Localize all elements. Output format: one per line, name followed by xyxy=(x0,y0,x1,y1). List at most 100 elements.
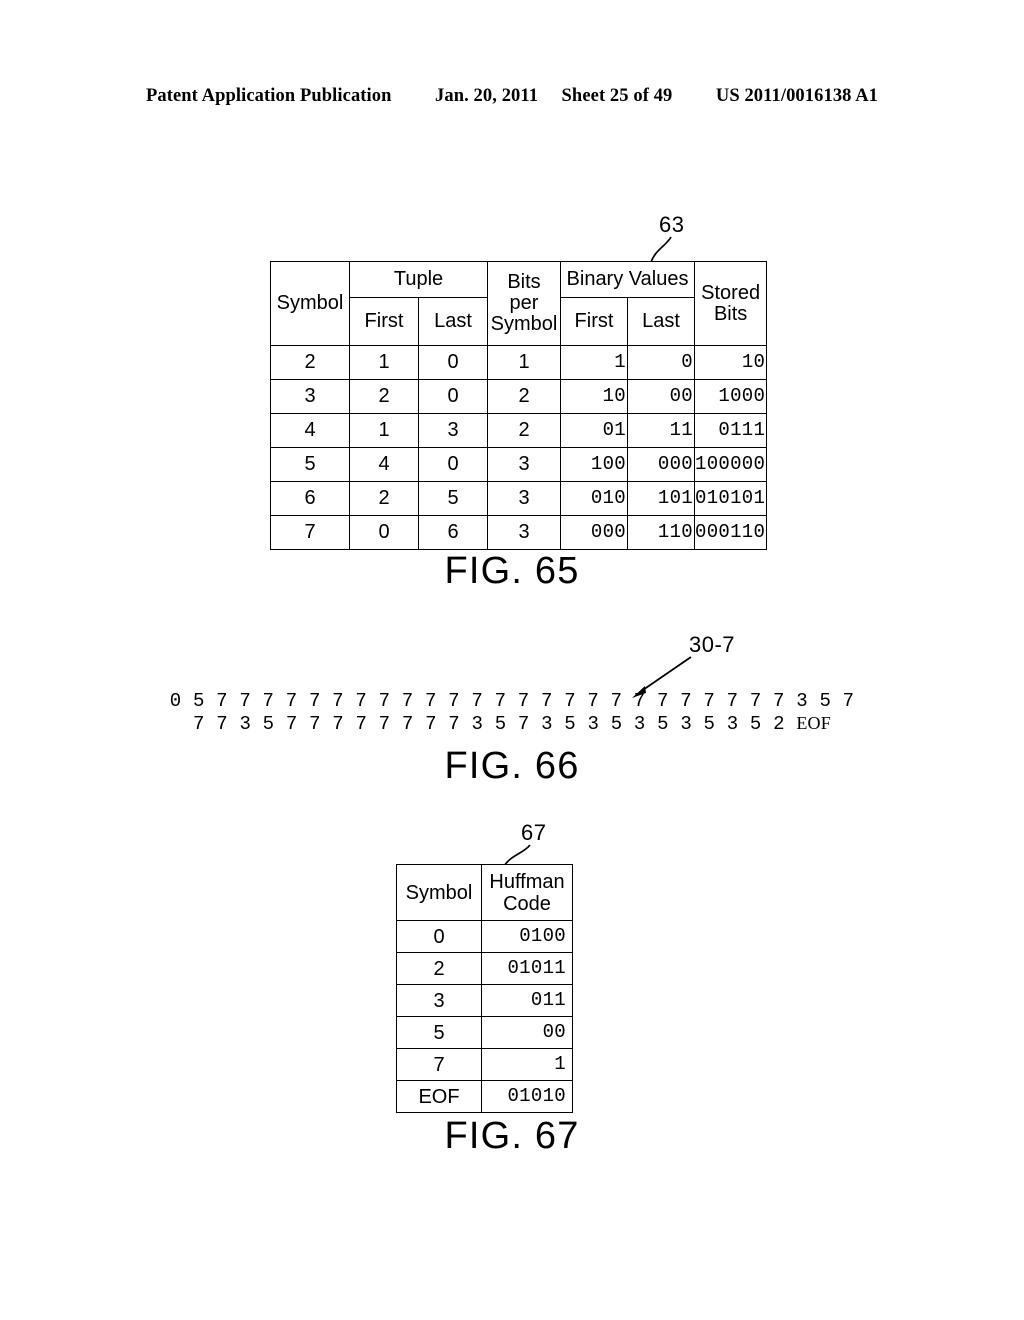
table-row: 0 0100 xyxy=(396,920,573,953)
cell-symbol: 0 xyxy=(396,920,482,953)
figure-65-table: Symbol Tuple Bits per Symbol Binary Valu… xyxy=(270,261,768,550)
cell-symbol: 7 xyxy=(396,1048,482,1081)
cell-tuple-last: 0 xyxy=(418,447,488,482)
cell-tuple-first: 1 xyxy=(349,345,419,380)
header-tuple-last: Last xyxy=(418,297,488,346)
header-bits-line-3: Symbol xyxy=(490,312,558,335)
table-row: EOF 01010 xyxy=(396,1080,573,1113)
cell-binary-first: 000 xyxy=(560,515,628,550)
header-huffman-line-1: Huffman xyxy=(489,870,565,893)
cell-binary-last: 101 xyxy=(627,481,695,516)
reference-numeral-63: 63 xyxy=(659,212,685,237)
table-header-row-1: Symbol Tuple Bits per Symbol Binary Valu… xyxy=(270,261,768,346)
cell-huffman-code: 00 xyxy=(481,1016,573,1049)
patent-number: US 2011/0016138 A1 xyxy=(715,86,879,106)
figure-67-caption: FIG. 67 xyxy=(444,1115,580,1157)
table-row: 3 2 0 2 10 00 1000 xyxy=(270,379,768,414)
publication-title: Patent Application Publication xyxy=(145,86,392,106)
header-stored-bits: Stored Bits xyxy=(693,261,768,346)
cell-binary-last: 0 xyxy=(627,345,695,380)
table-row: 2 1 0 1 1 0 10 xyxy=(270,345,768,380)
cell-symbol: 5 xyxy=(396,1016,482,1049)
sheet-number: Sheet 25 of 49 xyxy=(561,86,673,106)
cell-tuple-last: 3 xyxy=(418,413,488,448)
cell-symbol: 4 xyxy=(270,413,350,448)
symbol-stream-line-1: 0 5 7 7 7 7 7 7 7 7 7 7 7 7 7 7 7 7 7 7 … xyxy=(169,690,855,712)
cell-symbol: 2 xyxy=(270,345,350,380)
cell-stored-bits: 010101 xyxy=(693,481,768,516)
cell-symbol: 2 xyxy=(396,952,482,985)
cell-symbol: 6 xyxy=(270,481,350,516)
cell-bits-per-symbol: 3 xyxy=(487,515,561,550)
cell-stored-bits: 000110 xyxy=(693,515,768,550)
cell-huffman-code: 01010 xyxy=(481,1080,573,1113)
cell-stored-bits: 10 xyxy=(693,345,768,380)
cell-bits-per-symbol: 3 xyxy=(487,447,561,482)
header-binary-first: First xyxy=(560,297,628,346)
header-binary-values-group: Binary Values xyxy=(560,261,695,298)
cell-symbol: 3 xyxy=(396,984,482,1017)
table-row: 5 4 0 3 100 000 100000 xyxy=(270,447,768,482)
cell-tuple-first: 2 xyxy=(349,379,419,414)
cell-bits-per-symbol: 2 xyxy=(487,379,561,414)
cell-tuple-first: 2 xyxy=(349,481,419,516)
cell-binary-last: 00 xyxy=(627,379,695,414)
header-symbol: Symbol xyxy=(396,864,482,921)
eof-marker: EOF xyxy=(796,713,831,733)
cell-symbol: 5 xyxy=(270,447,350,482)
cell-stored-bits: 1000 xyxy=(693,379,768,414)
huffman-code-table: Symbol Huffman Code 0 0100 2 01011 3 011… xyxy=(396,864,573,1113)
tuple-encoding-table: Symbol Tuple Bits per Symbol Binary Valu… xyxy=(270,261,768,550)
cell-binary-last: 11 xyxy=(627,413,695,448)
cell-bits-per-symbol: 3 xyxy=(487,481,561,516)
header-bits-line-2: per xyxy=(509,292,539,315)
cell-symbol: 7 xyxy=(270,515,350,550)
cell-stored-bits: 100000 xyxy=(693,447,768,482)
table-row: 7 0 6 3 000 110 000110 xyxy=(270,515,768,550)
header-binary-last: Last xyxy=(627,297,695,346)
cell-huffman-code: 1 xyxy=(481,1048,573,1081)
cell-symbol: 3 xyxy=(270,379,350,414)
header-huffman-line-2: Code xyxy=(503,892,551,915)
patent-header: Patent Application Publication Jan. 20, … xyxy=(0,86,1024,107)
header-stored-line-2: Bits xyxy=(713,302,748,325)
table-row: 2 01011 xyxy=(396,952,573,985)
figure-67-table: Symbol Huffman Code 0 0100 2 01011 3 011… xyxy=(396,864,573,1113)
cell-bits-per-symbol: 2 xyxy=(487,413,561,448)
cell-stored-bits: 0111 xyxy=(693,413,768,448)
cell-tuple-first: 0 xyxy=(349,515,419,550)
cell-huffman-code: 0100 xyxy=(481,920,573,953)
cell-tuple-first: 4 xyxy=(349,447,419,482)
header-tuple-first: First xyxy=(349,297,419,346)
cell-binary-first: 1 xyxy=(560,345,628,380)
cell-tuple-last: 0 xyxy=(418,345,488,380)
header-bits-per-symbol: Bits per Symbol xyxy=(487,261,561,346)
cell-binary-first: 010 xyxy=(560,481,628,516)
header-symbol: Symbol xyxy=(270,261,350,346)
cell-binary-last: 000 xyxy=(627,447,695,482)
table-row: 4 1 3 2 01 11 0111 xyxy=(270,413,768,448)
reference-numeral-67: 67 xyxy=(521,820,547,845)
cell-tuple-last: 0 xyxy=(418,379,488,414)
table-row: 7 1 xyxy=(396,1048,573,1081)
cell-binary-first: 100 xyxy=(560,447,628,482)
symbol-stream-line-2-symbols: 7 7 3 5 7 7 7 7 7 7 7 7 3 5 7 3 5 3 5 3 … xyxy=(193,713,797,735)
cell-tuple-first: 1 xyxy=(349,413,419,448)
table-row: 5 00 xyxy=(396,1016,573,1049)
header-stored-line-1: Stored xyxy=(701,281,761,304)
cell-binary-first: 01 xyxy=(560,413,628,448)
cell-bits-per-symbol: 1 xyxy=(487,345,561,380)
cell-binary-first: 10 xyxy=(560,379,628,414)
table-row: 3 011 xyxy=(396,984,573,1017)
table-header-row: Symbol Huffman Code xyxy=(396,864,573,921)
figure-66-symbol-stream: 0 5 7 7 7 7 7 7 7 7 7 7 7 7 7 7 7 7 7 7 … xyxy=(0,690,1024,735)
cell-tuple-last: 5 xyxy=(418,481,488,516)
table-row: 6 2 5 3 010 101 010101 xyxy=(270,481,768,516)
header-tuple-group: Tuple xyxy=(349,261,488,298)
cell-tuple-last: 6 xyxy=(418,515,488,550)
header-huffman-code: Huffman Code xyxy=(481,864,573,921)
header-bits-line-1: Bits xyxy=(507,271,541,294)
publication-date: Jan. 20, 2011 xyxy=(435,86,539,106)
cell-huffman-code: 01011 xyxy=(481,952,573,985)
symbol-stream-line-2: 7 7 3 5 7 7 7 7 7 7 7 7 3 5 7 3 5 3 5 3 … xyxy=(0,712,1024,735)
